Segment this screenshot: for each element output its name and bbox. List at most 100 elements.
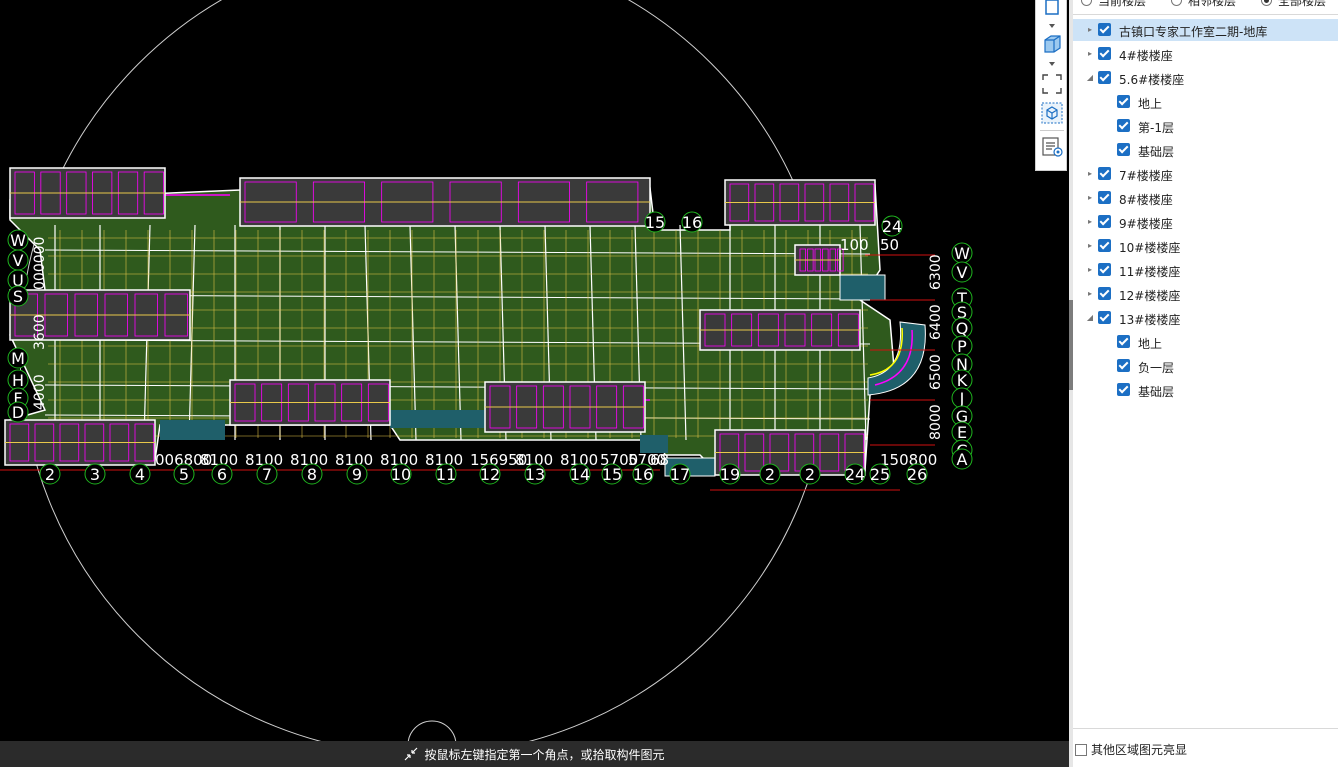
chevron-down-icon[interactable] (1049, 24, 1055, 28)
axis-label: W (954, 244, 970, 263)
tree-item-label: 4#楼楼座 (1119, 49, 1173, 63)
view-3d-icon[interactable] (1040, 101, 1064, 125)
tree-item[interactable]: ▸ 12#楼楼座 (1073, 283, 1338, 305)
axis-label: 5 (179, 465, 189, 484)
chevron-down-icon[interactable] (1049, 62, 1055, 66)
tree-item-checkbox[interactable] (1098, 71, 1111, 84)
tree-item-label: 11#楼楼座 (1119, 265, 1181, 279)
tree-item[interactable]: ▸ 古镇口专家工作室二期-地库 (1073, 19, 1338, 41)
tree-item[interactable]: ▸ 11#楼楼座 (1073, 259, 1338, 281)
tree-item-checkbox[interactable] (1098, 263, 1111, 276)
tree-item-checkbox[interactable] (1098, 167, 1111, 180)
panel-divider (1073, 14, 1338, 15)
axis-label: 7 (262, 465, 272, 484)
tree-item-checkbox[interactable] (1117, 119, 1130, 132)
dimension-label: 3600 (32, 314, 48, 350)
tree-item[interactable]: 基础层 (1073, 139, 1338, 161)
axis-label: A (957, 450, 968, 469)
radio-dot-adjacent[interactable] (1171, 0, 1182, 6)
cube-filled-icon[interactable] (1040, 32, 1064, 56)
expand-closed-icon[interactable]: ▸ (1085, 169, 1095, 179)
fit-view-icon[interactable] (1040, 72, 1064, 96)
tree-item-label: 13#楼楼座 (1119, 313, 1181, 327)
expand-open-icon[interactable]: ◢ (1085, 73, 1095, 83)
tree-item[interactable]: 基础层 (1073, 379, 1338, 401)
axis-label: 12 (480, 465, 500, 484)
dimension-label: 6300 (928, 254, 944, 290)
axis-label: 8 (307, 465, 317, 484)
radio-dot-all[interactable] (1261, 0, 1272, 6)
floor-plan-drawing[interactable]: 0068008100 8100 8100 8100 8100 8100 1569508100… (0, 0, 1069, 741)
expand-closed-icon[interactable]: ▸ (1085, 241, 1095, 251)
expand-closed-icon[interactable]: ▸ (1085, 49, 1095, 59)
tree-item-checkbox[interactable] (1117, 359, 1130, 372)
axis-label: 24 (882, 217, 902, 236)
tree-item-checkbox[interactable] (1098, 311, 1111, 324)
tree-item-checkbox[interactable] (1117, 335, 1130, 348)
axis-label: 14 (570, 465, 590, 484)
axis-label: H (12, 371, 24, 390)
tree-item[interactable]: ▸ 7#楼楼座 (1073, 163, 1338, 185)
tree-item-checkbox[interactable] (1098, 215, 1111, 228)
tree-item-label: 地上 (1138, 337, 1163, 351)
axis-label: K (957, 371, 968, 390)
tree-item-checkbox[interactable] (1117, 143, 1130, 156)
tree-item[interactable]: ▸ 9#楼楼座 (1073, 211, 1338, 233)
dimension-label: 50 (880, 236, 899, 254)
tree-item-label: 9#楼楼座 (1119, 217, 1173, 231)
tree-item-checkbox[interactable] (1098, 239, 1111, 252)
axis-label: 15 (602, 465, 622, 484)
axis-label: E (957, 423, 967, 442)
tree-item-label: 古镇口专家工作室二期-地库 (1119, 25, 1268, 39)
radio-current-floor[interactable]: 当前楼层 (1081, 0, 1146, 9)
tree-item-checkbox[interactable] (1098, 191, 1111, 204)
axis-label: 10 (391, 465, 411, 484)
axis-label: V (957, 263, 968, 282)
expand-closed-icon[interactable]: ▸ (1085, 265, 1095, 275)
tree-item-checkbox[interactable] (1117, 383, 1130, 396)
axis-label: 6 (217, 465, 227, 484)
axis-label: 17 (670, 465, 690, 484)
axis-label: 2 (805, 465, 815, 484)
radio-all-floors[interactable]: 全部楼层 (1261, 0, 1326, 9)
tree-item[interactable]: 地上 (1073, 91, 1338, 113)
axis-label: 19 (720, 465, 740, 484)
expand-closed-icon[interactable]: ▸ (1085, 289, 1095, 299)
other-area-highlight-option[interactable]: 其他区域图元亮显 (1075, 741, 1187, 758)
axis-label: 4 (135, 465, 145, 484)
tree-item[interactable]: 第-1层 (1073, 115, 1338, 137)
expand-closed-icon[interactable]: ▸ (1085, 25, 1095, 35)
tree-item-checkbox[interactable] (1098, 47, 1111, 60)
tree-item-checkbox[interactable] (1098, 287, 1111, 300)
other-area-checkbox[interactable] (1075, 743, 1087, 756)
tree-item[interactable]: ▸ 10#楼楼座 (1073, 235, 1338, 257)
cad-viewport[interactable]: 006800 8100 8100 8100 8100 8100 8100 156950 8100… (0, 0, 1069, 741)
pick-cursor-icon (405, 747, 418, 761)
tree-item-label: 基础层 (1138, 145, 1175, 159)
toolstrip-divider (1040, 130, 1064, 131)
radio-dot-current[interactable] (1081, 0, 1092, 6)
expand-closed-icon[interactable]: ▸ (1085, 217, 1095, 227)
axis-label: 16 (682, 213, 702, 232)
axis-label: M (11, 349, 25, 368)
tree-item-checkbox[interactable] (1098, 23, 1111, 36)
tree-item-label: 基础层 (1138, 385, 1175, 399)
tree-item[interactable]: 负一层 (1073, 355, 1338, 377)
tree-item-label: 10#楼楼座 (1119, 241, 1181, 255)
expand-closed-icon[interactable]: ▸ (1085, 193, 1095, 203)
tree-item[interactable]: ▸ 8#楼楼座 (1073, 187, 1338, 209)
panel-divider-bottom (1073, 728, 1338, 729)
display-settings-icon[interactable] (1040, 135, 1064, 159)
expand-open-icon[interactable]: ◢ (1085, 313, 1095, 323)
tree-item[interactable]: 地上 (1073, 331, 1338, 353)
cube-outline-icon[interactable] (1040, 0, 1064, 20)
radio-adjacent-floor[interactable]: 相邻楼层 (1171, 0, 1236, 9)
tree-item[interactable]: ◢ 13#楼楼座 (1073, 307, 1338, 329)
tree-item-checkbox[interactable] (1117, 95, 1130, 108)
tree-item[interactable]: ▸ 4#楼楼座 (1073, 43, 1338, 65)
axis-label: 15 (645, 213, 665, 232)
dimension-label: 8000 (928, 404, 944, 440)
tree-item[interactable]: ◢ 5.6#楼楼座 (1073, 67, 1338, 89)
axis-label: W (10, 231, 26, 250)
axis-label: P (957, 337, 967, 356)
